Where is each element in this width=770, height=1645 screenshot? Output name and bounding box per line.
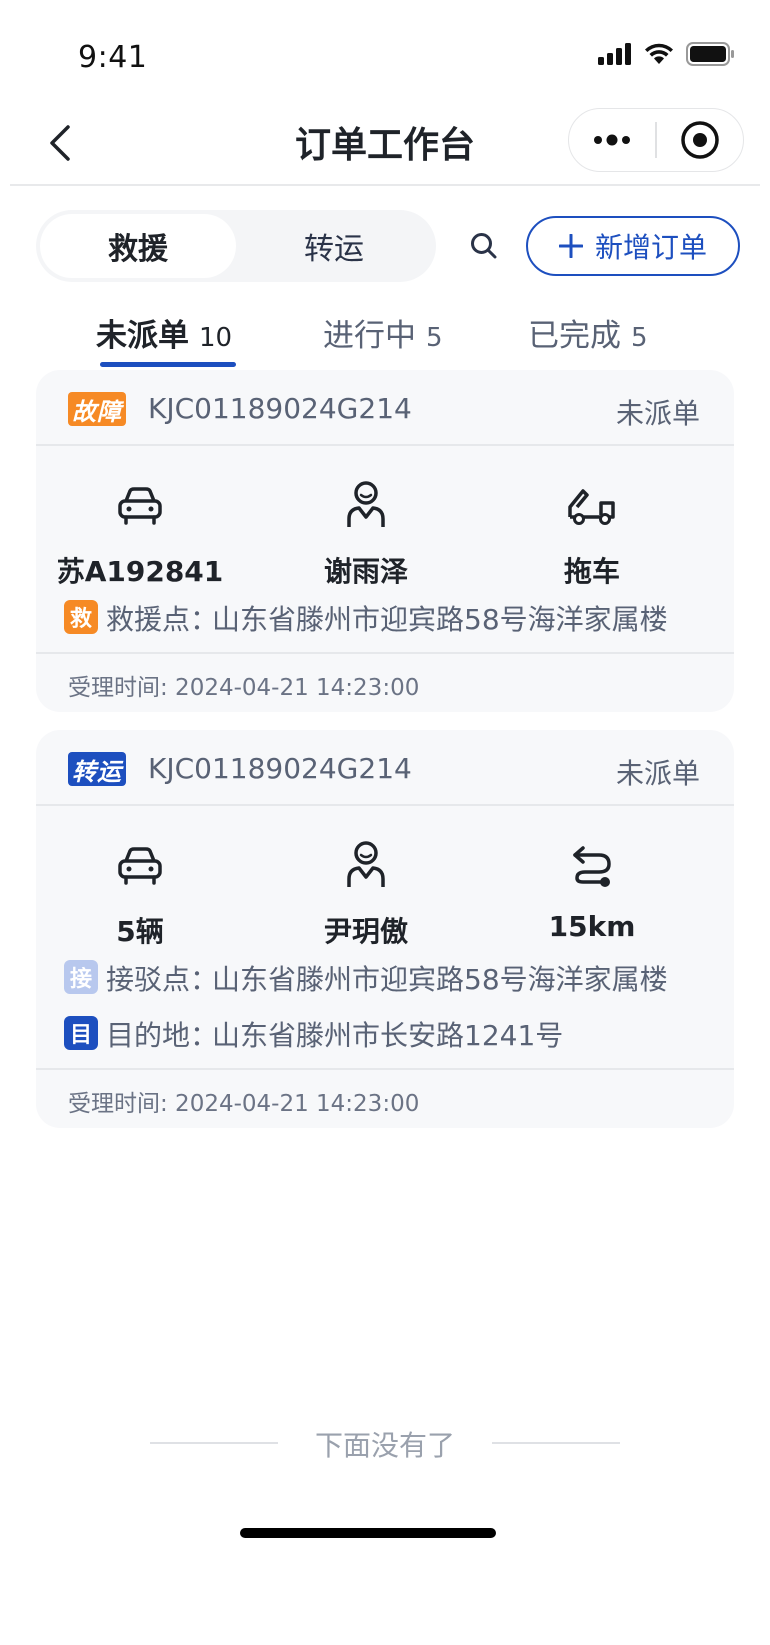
add-order-button[interactable]: 新增订单 xyxy=(526,216,740,276)
order-card[interactable]: 转运 KJC01189024G214 未派单 5辆 尹玥傲 15km 接 接驳点… xyxy=(36,730,734,1128)
driver-info: 谢雨泽 xyxy=(266,480,466,590)
route-icon xyxy=(573,846,611,887)
driver-name: 谢雨泽 xyxy=(323,555,408,588)
order-number: KJC01189024G214 xyxy=(148,752,412,785)
pickup-address-row: 接 接驳点： 山东省滕州市迎宾路58号海洋家属楼 xyxy=(36,956,734,1000)
destination-tag: 目 xyxy=(64,1016,98,1050)
active-tab-indicator xyxy=(100,362,236,367)
toolbar: 救援 转运 新增订单 xyxy=(36,210,740,282)
order-number: KJC01189024G214 xyxy=(148,392,412,425)
tow-truck-icon xyxy=(568,489,615,525)
service-info: 拖车 xyxy=(492,480,692,590)
tab-undispatched[interactable]: 未派单 10 xyxy=(96,310,232,355)
tab-in-progress[interactable]: 进行中 5 xyxy=(323,310,443,355)
service-type-switch: 救援 转运 xyxy=(36,210,436,282)
accept-time: 受理时间: 2024-04-21 14:23:00 xyxy=(68,1091,420,1117)
status-bar: 9:41 xyxy=(0,0,770,100)
tab-completed[interactable]: 已完成 5 xyxy=(528,310,648,355)
address-label: 救援点： xyxy=(106,603,219,636)
search-icon xyxy=(471,233,497,259)
vehicle-info: 苏A192841 xyxy=(40,480,240,590)
card-header: 故障 KJC01189024G214 未派单 xyxy=(36,370,734,446)
wifi-icon xyxy=(645,43,673,64)
driver-icon xyxy=(347,481,385,527)
distance-info: 15km xyxy=(492,840,692,943)
service-type: 拖车 xyxy=(563,555,620,588)
destination-address-row: 目 目的地： 山东省滕州市长安路1241号 xyxy=(36,1012,734,1056)
tab-count: 10 xyxy=(199,323,233,353)
segment-rescue[interactable]: 救援 xyxy=(40,214,236,278)
rescue-address-row: 救 救援点： 山东省滕州市迎宾路58号海洋家属楼 xyxy=(36,596,734,640)
transfer-type-badge: 转运 xyxy=(68,752,126,786)
accept-time: 受理时间: 2024-04-21 14:23:00 xyxy=(68,675,420,701)
order-status: 未派单 xyxy=(615,757,700,790)
car-icon xyxy=(118,847,162,885)
vehicle-count: 5辆 xyxy=(116,915,164,948)
order-info-grid: 5辆 尹玥傲 15km xyxy=(36,806,734,956)
order-info-grid: 苏A192841 谢雨泽 拖车 xyxy=(36,446,734,596)
car-icon xyxy=(118,487,162,525)
vehicle-count-info: 5辆 xyxy=(40,840,240,950)
mini-program-capsule xyxy=(568,108,744,172)
nav-bar: 订单工作台 xyxy=(10,100,760,186)
plus-icon xyxy=(558,234,583,258)
card-footer: 受理时间: 2024-04-21 14:23:00 xyxy=(36,652,734,712)
tab-label: 已完成 xyxy=(528,318,621,354)
tab-label: 进行中 xyxy=(323,318,416,354)
distance: 15km xyxy=(548,910,636,943)
driver-icon xyxy=(347,841,385,887)
card-footer: 受理时间: 2024-04-21 14:23:00 xyxy=(36,1068,734,1128)
add-order-label: 新增订单 xyxy=(594,231,707,264)
pickup-tag: 接 xyxy=(64,960,98,994)
status-icons xyxy=(598,42,734,66)
target-close-icon xyxy=(681,121,719,159)
battery-icon xyxy=(686,42,734,66)
address-label: 接驳点： xyxy=(106,963,219,996)
plate-number: 苏A192841 xyxy=(56,555,224,588)
more-button[interactable] xyxy=(569,109,655,171)
more-dots-icon xyxy=(594,134,631,146)
order-status: 未派单 xyxy=(615,397,700,430)
list-end-text: 下面没有了 xyxy=(314,1429,455,1462)
order-status-tabs: 未派单 10 进行中 5 已完成 5 xyxy=(0,300,770,370)
address-label: 目的地： xyxy=(106,1019,219,1052)
order-card[interactable]: 故障 KJC01189024G214 未派单 苏A192841 谢雨泽 拖车 救… xyxy=(36,370,734,712)
status-time: 9:41 xyxy=(78,40,148,75)
driver-name: 尹玥傲 xyxy=(323,915,408,948)
tab-count: 5 xyxy=(631,323,648,353)
tab-count: 5 xyxy=(426,323,443,353)
divider xyxy=(492,1442,620,1444)
signal-icon xyxy=(598,43,631,65)
address-text: 山东省滕州市长安路1241号 xyxy=(212,1019,564,1052)
search-button[interactable] xyxy=(460,222,508,270)
list-end-indicator: 下面没有了 xyxy=(150,1424,620,1462)
address-text: 山东省滕州市迎宾路58号海洋家属楼 xyxy=(212,603,668,636)
home-indicator xyxy=(240,1528,496,1538)
address-text: 山东省滕州市迎宾路58号海洋家属楼 xyxy=(212,963,668,996)
card-header: 转运 KJC01189024G214 未派单 xyxy=(36,730,734,806)
tab-label: 未派单 xyxy=(96,318,189,354)
fault-type-badge: 故障 xyxy=(68,392,126,426)
rescue-tag: 救 xyxy=(64,600,98,634)
driver-info: 尹玥傲 xyxy=(266,840,466,950)
segment-transfer[interactable]: 转运 xyxy=(236,214,432,278)
close-button[interactable] xyxy=(657,109,743,171)
